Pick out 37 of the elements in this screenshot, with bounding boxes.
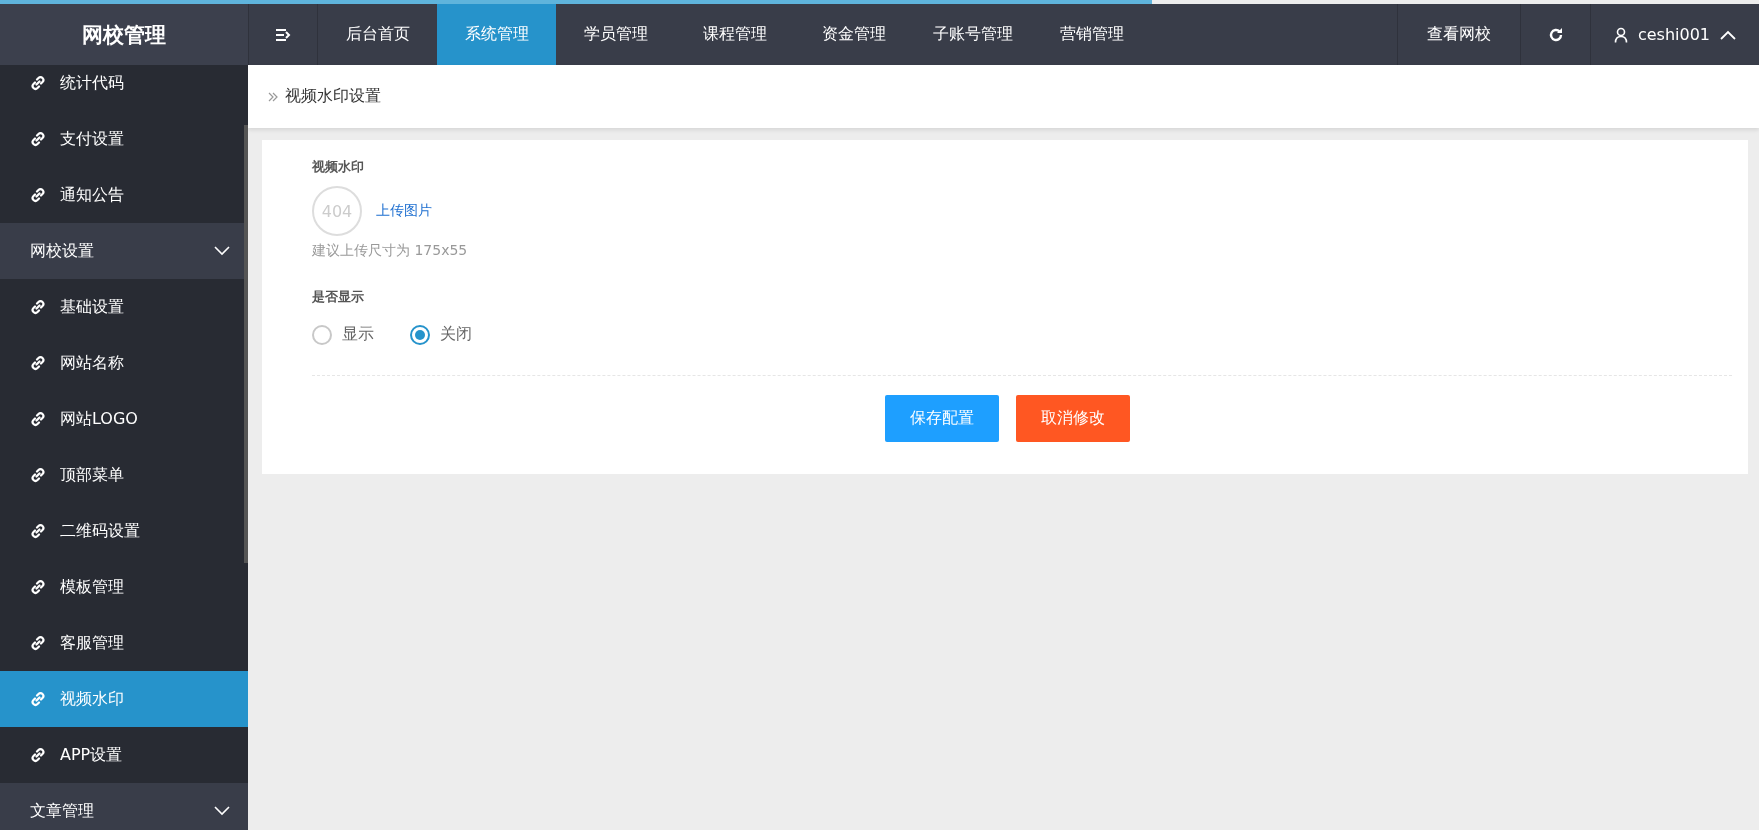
refresh-icon: [1547, 26, 1564, 43]
link-icon: [30, 299, 46, 315]
breadcrumb-text: 视频水印设置: [285, 86, 381, 107]
double-chevron-icon: [268, 91, 278, 102]
nav-tab[interactable]: 课程管理: [675, 4, 794, 65]
nav-tab[interactable]: 子账号管理: [913, 4, 1032, 65]
app-logo: 网校管理: [0, 4, 248, 65]
radio-button[interactable]: [410, 324, 430, 345]
scrollbar[interactable]: [244, 125, 248, 563]
chevron-down-icon: [214, 246, 230, 256]
user-icon: [1613, 26, 1628, 43]
field-label: 视频水印: [312, 158, 365, 176]
link-icon: [30, 635, 46, 651]
radio-option[interactable]: 关闭: [410, 324, 472, 345]
chevron-down-icon: [214, 806, 230, 816]
nav-tab[interactable]: 资金管理: [794, 4, 913, 65]
link-icon: [30, 467, 46, 483]
link-icon: [30, 579, 46, 595]
link-icon: [30, 75, 46, 91]
link-icon: [30, 131, 46, 147]
hint-text: 建议上传尺寸为 175x55: [312, 242, 469, 260]
nav-tab[interactable]: 学员管理: [556, 4, 675, 65]
link-icon: [30, 411, 46, 427]
link-icon: [30, 523, 46, 539]
nav-tab[interactable]: 营销管理: [1032, 4, 1151, 65]
nav-tab[interactable]: 后台首页: [318, 4, 437, 65]
menu-icon: [275, 27, 291, 42]
radio-option[interactable]: 显示: [312, 324, 374, 345]
link-icon: [30, 691, 46, 707]
radio-button[interactable]: [312, 324, 332, 345]
link-icon: [30, 187, 46, 203]
sidebar-group[interactable]: 文章管理: [0, 783, 248, 830]
link-icon: [30, 747, 46, 763]
upload-image-link[interactable]: 上传图片: [376, 202, 432, 220]
link-icon: [30, 355, 46, 371]
field-label: 是否显示: [312, 288, 365, 306]
chevron-up-icon: [1720, 29, 1737, 40]
